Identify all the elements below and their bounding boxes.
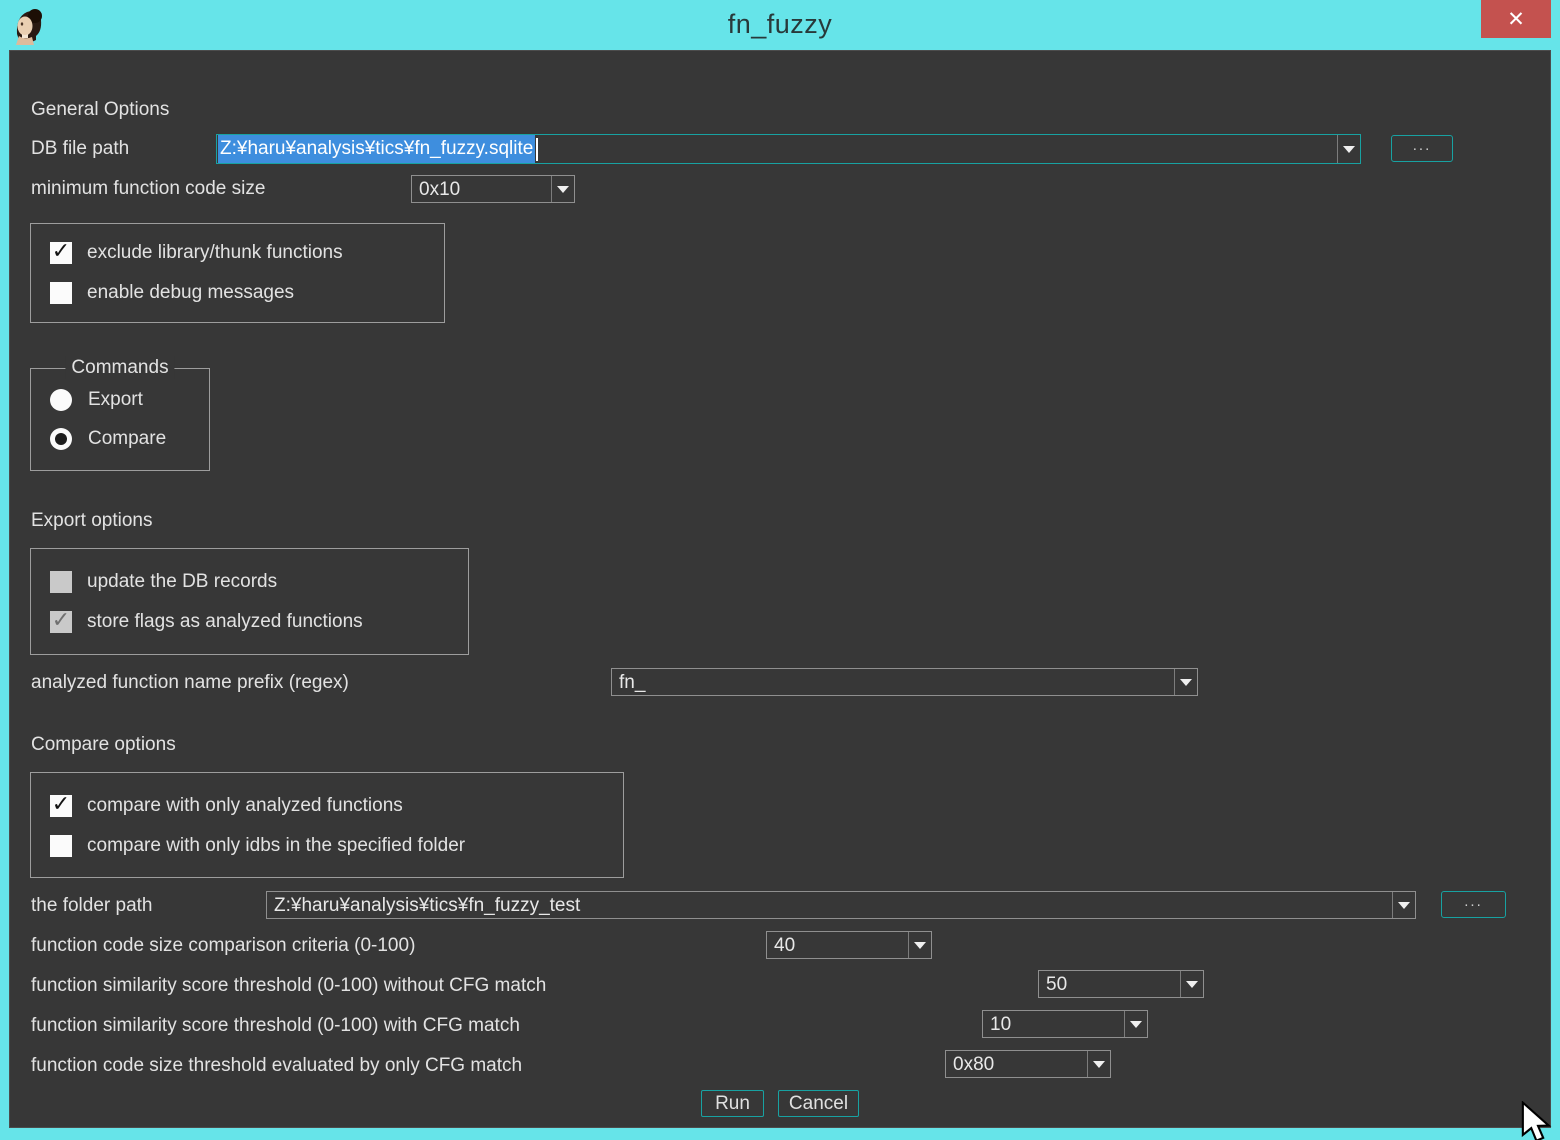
criteria-code-size-value: 40 [767, 936, 795, 955]
checkbox-compare-idbs-folder[interactable]: ✓ compare with only idbs in the specifie… [50, 834, 465, 857]
min-code-size-value: 0x10 [412, 180, 460, 199]
min-code-size-combobox[interactable]: 0x10 [411, 175, 575, 203]
checkbox-label: store flags as analyzed functions [87, 611, 363, 633]
checkbox-compare-analyzed-only[interactable]: ✓ compare with only analyzed functions [50, 794, 403, 817]
db-file-path-value: Z:¥haru¥analysis¥tics¥fn_fuzzy.sqlite [217, 138, 538, 161]
check-icon: ✓ [52, 793, 70, 815]
dropdown-arrow-icon[interactable] [1124, 1011, 1147, 1037]
export-flags-groupbox: ✓ update the DB records ✓ store flags as… [30, 548, 469, 655]
dropdown-arrow-icon[interactable] [908, 932, 931, 958]
checkbox-label: update the DB records [87, 571, 277, 593]
close-icon: ✕ [1507, 9, 1525, 30]
prefix-regex-value: fn_ [612, 673, 645, 692]
db-path-browse-button[interactable]: ... [1391, 135, 1453, 162]
text-caret [536, 138, 538, 161]
criteria-with-cfg-value: 10 [983, 1015, 1011, 1034]
dialog-body: General Options DB file path Z:¥haru¥ana… [9, 50, 1551, 1128]
checkbox-exclude-library-thunk[interactable]: ✓ exclude library/thunk functions [50, 241, 343, 264]
mouse-cursor-icon [1518, 1101, 1560, 1140]
prefix-regex-label: analyzed function name prefix (regex) [31, 671, 349, 694]
folder-path-label: the folder path [31, 894, 152, 917]
checkbox-box[interactable]: ✓ [50, 835, 72, 857]
compare-flags-groupbox: ✓ compare with only analyzed functions ✓… [30, 772, 624, 878]
checkbox-update-db-records[interactable]: ✓ update the DB records [50, 570, 277, 593]
criteria-cfg-only-label: function code size threshold evaluated b… [31, 1054, 522, 1077]
checkbox-label: compare with only analyzed functions [87, 795, 403, 817]
radio-button[interactable] [50, 428, 72, 450]
compare-options-heading: Compare options [31, 733, 176, 756]
checkbox-label: exclude library/thunk functions [87, 242, 343, 264]
checkbox-enable-debug[interactable]: ✓ enable debug messages [50, 281, 294, 304]
db-file-path-combobox[interactable]: Z:¥haru¥analysis¥tics¥fn_fuzzy.sqlite [216, 134, 1361, 164]
folder-path-value: Z:¥haru¥analysis¥tics¥fn_fuzzy_test [267, 896, 580, 915]
commands-groupbox: Commands Export Compare [30, 368, 210, 471]
radio-button[interactable] [50, 389, 72, 411]
db-file-path-label: DB file path [31, 137, 129, 160]
checkbox-box[interactable]: ✓ [50, 611, 72, 633]
checkbox-label: compare with only idbs in the specified … [87, 835, 465, 857]
criteria-cfg-only-value: 0x80 [946, 1055, 994, 1074]
criteria-code-size-label: function code size comparison criteria (… [31, 934, 415, 957]
dropdown-arrow-icon[interactable] [1392, 892, 1415, 918]
titlebar[interactable]: fn_fuzzy ✕ [0, 0, 1560, 50]
close-button[interactable]: ✕ [1481, 0, 1551, 38]
export-options-heading: Export options [31, 509, 152, 532]
dropdown-arrow-icon[interactable] [551, 176, 574, 202]
checkbox-box[interactable]: ✓ [50, 282, 72, 304]
min-code-size-label: minimum function code size [31, 177, 265, 200]
folder-path-combobox[interactable]: Z:¥haru¥analysis¥tics¥fn_fuzzy_test [266, 891, 1416, 919]
dropdown-arrow-icon[interactable] [1087, 1051, 1110, 1077]
radio-compare[interactable]: Compare [50, 427, 166, 450]
radio-label: Compare [88, 428, 166, 450]
criteria-without-cfg-value: 50 [1039, 975, 1067, 994]
selected-text: Z:¥haru¥analysis¥tics¥fn_fuzzy.sqlite [218, 135, 535, 163]
check-icon: ✓ [52, 240, 70, 262]
checkbox-box[interactable]: ✓ [50, 571, 72, 593]
commands-legend: Commands [65, 356, 174, 379]
radio-export[interactable]: Export [50, 388, 143, 411]
criteria-cfg-only-combobox[interactable]: 0x80 [945, 1050, 1111, 1078]
folder-path-browse-button[interactable]: ... [1441, 891, 1506, 918]
dropdown-arrow-icon[interactable] [1174, 669, 1197, 695]
criteria-with-cfg-label: function similarity score threshold (0-1… [31, 1014, 520, 1037]
dropdown-arrow-icon[interactable] [1337, 135, 1360, 163]
fn-fuzzy-dialog: fn_fuzzy ✕ General Options DB file path … [0, 0, 1560, 1140]
checkbox-box[interactable]: ✓ [50, 795, 72, 817]
criteria-without-cfg-combobox[interactable]: 50 [1038, 970, 1204, 998]
radio-label: Export [88, 389, 143, 411]
checkbox-store-flags-analyzed[interactable]: ✓ store flags as analyzed functions [50, 610, 363, 633]
checkbox-label: enable debug messages [87, 282, 294, 304]
dropdown-arrow-icon[interactable] [1180, 971, 1203, 997]
criteria-without-cfg-label: function similarity score threshold (0-1… [31, 974, 546, 997]
criteria-code-size-combobox[interactable]: 40 [766, 931, 932, 959]
run-button[interactable]: Run [701, 1090, 764, 1117]
check-icon: ✓ [52, 609, 70, 631]
prefix-regex-combobox[interactable]: fn_ [611, 668, 1198, 696]
general-flags-groupbox: ✓ exclude library/thunk functions ✓ enab… [30, 223, 445, 323]
checkbox-box[interactable]: ✓ [50, 242, 72, 264]
cancel-button[interactable]: Cancel [778, 1090, 859, 1117]
general-options-heading: General Options [31, 98, 169, 121]
criteria-with-cfg-combobox[interactable]: 10 [982, 1010, 1148, 1038]
window-title: fn_fuzzy [0, 9, 1560, 40]
